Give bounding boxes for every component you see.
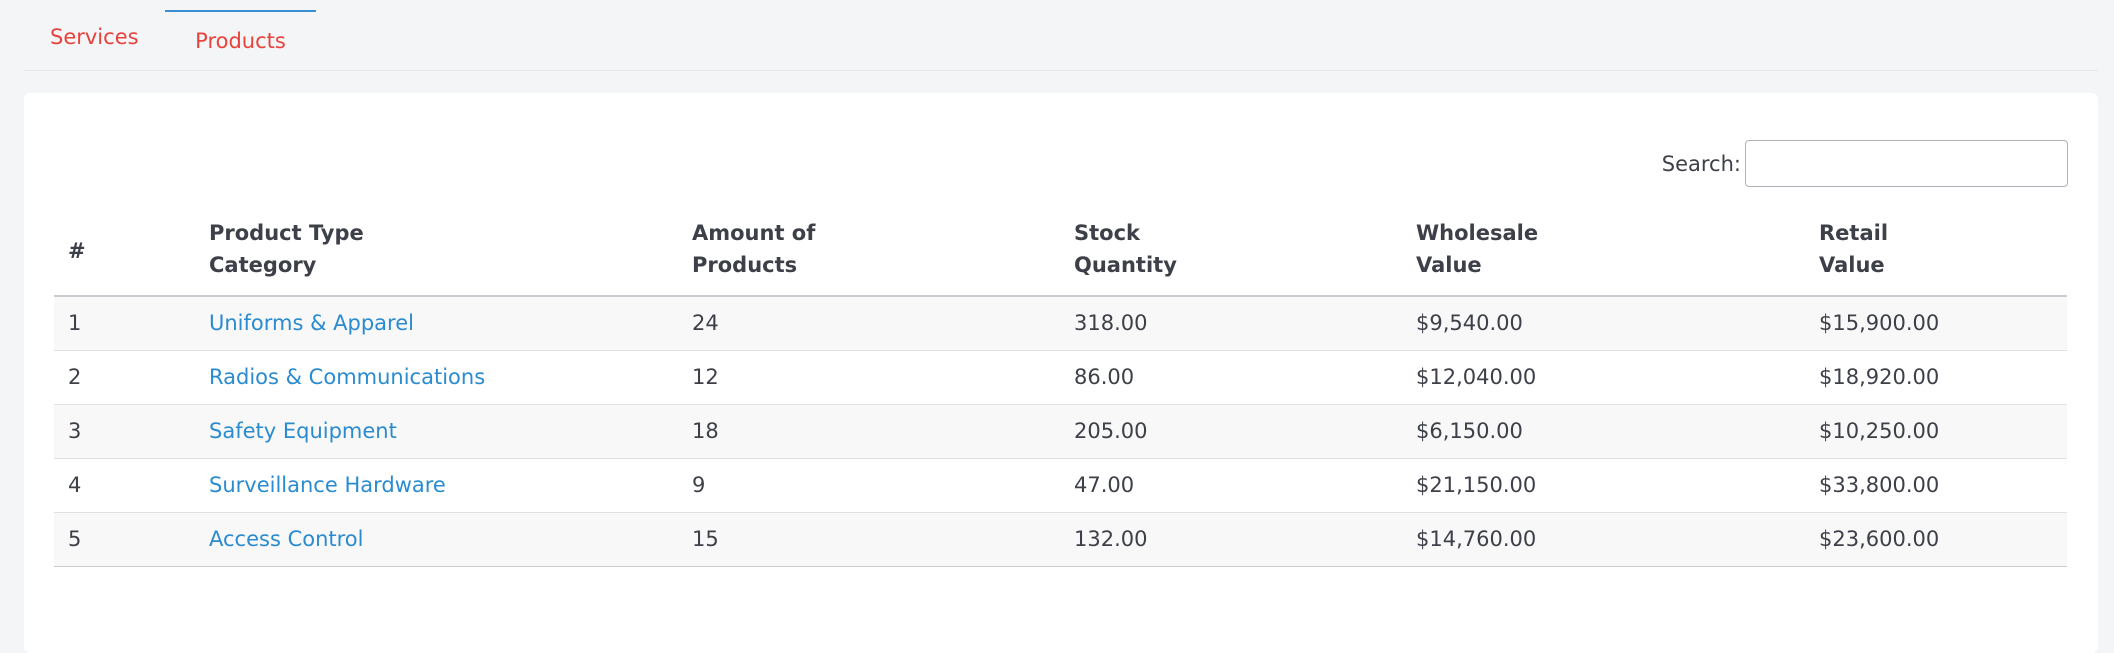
header-category[interactable]: Product Type Category <box>195 215 678 297</box>
table-row: 3 Safety Equipment 18 205.00 $6,150.00 $… <box>54 404 2067 459</box>
tab-products[interactable]: Products <box>165 10 316 70</box>
search-box: Search: <box>1662 140 2068 187</box>
cell-number: 2 <box>54 350 195 405</box>
table-row: 2 Radios & Communications 12 86.00 $12,0… <box>54 350 2067 405</box>
cell-amount: 12 <box>678 350 1060 405</box>
cell-retail: $18,920.00 <box>1805 350 2067 405</box>
tab-bar: Services Products <box>24 0 2098 71</box>
category-link[interactable]: Radios & Communications <box>209 365 485 389</box>
table-row: 4 Surveillance Hardware 9 47.00 $21,150.… <box>54 458 2067 513</box>
header-amount[interactable]: Amount of Products <box>678 215 1060 297</box>
product-types-table: # Product Type Category Amount of Products… <box>54 215 2067 567</box>
table-row: 5 Access Control 15 132.00 $14,760.00 $2… <box>54 512 2067 567</box>
category-link[interactable]: Safety Equipment <box>209 419 397 443</box>
cell-stock: 47.00 <box>1060 458 1402 513</box>
cell-amount: 9 <box>678 458 1060 513</box>
cell-category: Uniforms & Apparel <box>195 296 678 351</box>
category-link[interactable]: Surveillance Hardware <box>209 473 446 497</box>
cell-category: Radios & Communications <box>195 350 678 405</box>
category-link[interactable]: Access Control <box>209 527 363 551</box>
header-number[interactable]: # <box>54 215 195 297</box>
cell-category: Access Control <box>195 512 678 567</box>
cell-retail: $10,250.00 <box>1805 404 2067 459</box>
table-row: 1 Uniforms & Apparel 24 318.00 $9,540.00… <box>54 296 2067 351</box>
search-input[interactable] <box>1745 140 2068 187</box>
cell-number: 5 <box>54 512 195 567</box>
cell-stock: 132.00 <box>1060 512 1402 567</box>
search-label: Search: <box>1661 151 1741 176</box>
cell-number: 4 <box>54 458 195 513</box>
cell-category: Surveillance Hardware <box>195 458 678 513</box>
tab-services[interactable]: Services <box>50 25 139 49</box>
header-stock[interactable]: Stock Quantity <box>1060 215 1402 297</box>
cell-amount: 18 <box>678 404 1060 459</box>
cell-amount: 15 <box>678 512 1060 567</box>
cell-stock: 205.00 <box>1060 404 1402 459</box>
category-link[interactable]: Uniforms & Apparel <box>209 311 414 335</box>
header-retail[interactable]: Retail Value <box>1805 215 2067 297</box>
cell-number: 3 <box>54 404 195 459</box>
cell-number: 1 <box>54 296 195 351</box>
cell-retail: $33,800.00 <box>1805 458 2067 513</box>
cell-amount: 24 <box>678 296 1060 351</box>
products-panel: Search: # Product Type Category Amount of… <box>24 93 2098 653</box>
cell-category: Safety Equipment <box>195 404 678 459</box>
header-wholesale[interactable]: Wholesale Value <box>1402 215 1805 297</box>
cell-retail: $23,600.00 <box>1805 512 2067 567</box>
cell-wholesale: $21,150.00 <box>1402 458 1805 513</box>
cell-wholesale: $14,760.00 <box>1402 512 1805 567</box>
cell-wholesale: $12,040.00 <box>1402 350 1805 405</box>
cell-wholesale: $9,540.00 <box>1402 296 1805 351</box>
cell-retail: $15,900.00 <box>1805 296 2067 351</box>
cell-wholesale: $6,150.00 <box>1402 404 1805 459</box>
cell-stock: 86.00 <box>1060 350 1402 405</box>
cell-stock: 318.00 <box>1060 296 1402 351</box>
table-header-row: # Product Type Category Amount of Products… <box>54 215 2067 297</box>
